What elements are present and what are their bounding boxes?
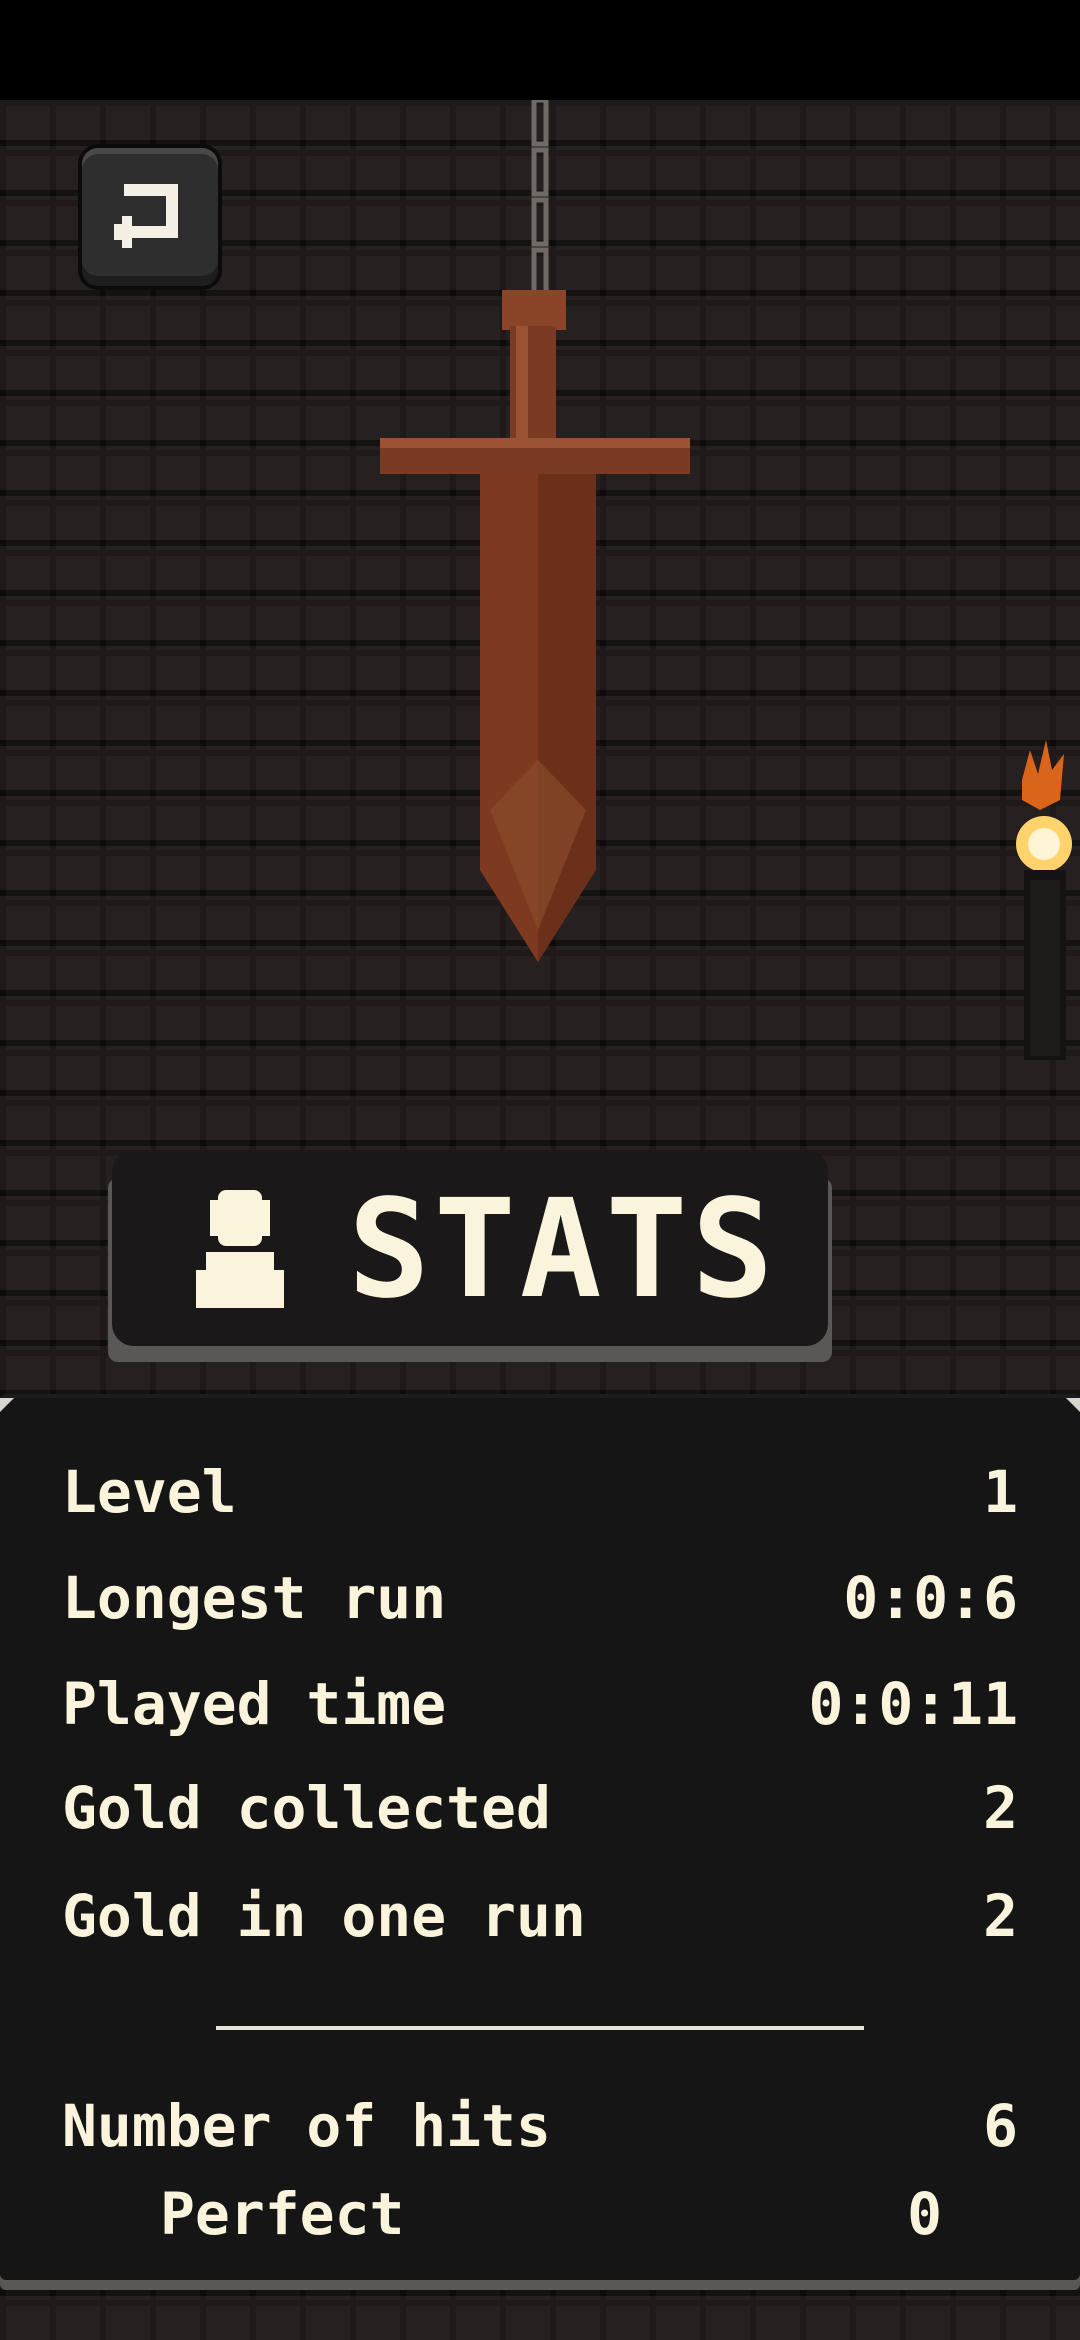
- stat-label: Longest run: [62, 1564, 447, 1632]
- stat-value: 6: [983, 2092, 1018, 2160]
- stats-title: STATS: [348, 1171, 778, 1329]
- panel-corner: [1066, 1398, 1080, 1412]
- stat-label: Played time: [62, 1670, 447, 1738]
- stat-row-gold-in-one-run: Gold in one run 2: [62, 1876, 1018, 1956]
- stat-row-played-time: Played time 0:0:11: [62, 1664, 1018, 1744]
- stat-label: Level: [62, 1458, 237, 1526]
- stat-value: 0:0:6: [843, 1564, 1018, 1632]
- return-arrow-icon: [114, 184, 178, 248]
- stat-label: Perfect: [160, 2180, 405, 2248]
- stat-label: Gold collected: [62, 1774, 551, 1842]
- stat-value: 2: [983, 1774, 1018, 1842]
- stat-value: 0:0:11: [808, 1670, 1018, 1738]
- stat-row-number-of-hits: Number of hits 6: [62, 2086, 1018, 2166]
- game-screen: STATS Level 1 Longest run 0:0:6 Played t…: [0, 0, 1080, 2340]
- status-bar: [0, 0, 1080, 100]
- stat-value: 2: [983, 1882, 1018, 1950]
- person-icon: [196, 1190, 284, 1308]
- stat-label: Number of hits: [62, 2092, 551, 2160]
- stats-divider: [216, 2026, 864, 2030]
- panel-corner: [0, 1398, 14, 1412]
- stat-value: 0: [907, 2180, 942, 2248]
- banner-face: STATS: [112, 1150, 828, 1346]
- sword-icon: [380, 290, 690, 962]
- back-button[interactable]: [82, 148, 218, 286]
- stat-row-longest-run: Longest run 0:0:6: [62, 1558, 1018, 1638]
- stats-banner: STATS: [108, 1150, 832, 1362]
- stat-row-gold-collected: Gold collected 2: [62, 1768, 1018, 1848]
- stat-row-level: Level 1: [62, 1452, 1018, 1532]
- stat-row-perfect: Perfect 0: [160, 2174, 942, 2254]
- stat-label: Gold in one run: [62, 1882, 586, 1950]
- torch-icon: [1016, 740, 1072, 1060]
- stat-value: 1: [983, 1458, 1018, 1526]
